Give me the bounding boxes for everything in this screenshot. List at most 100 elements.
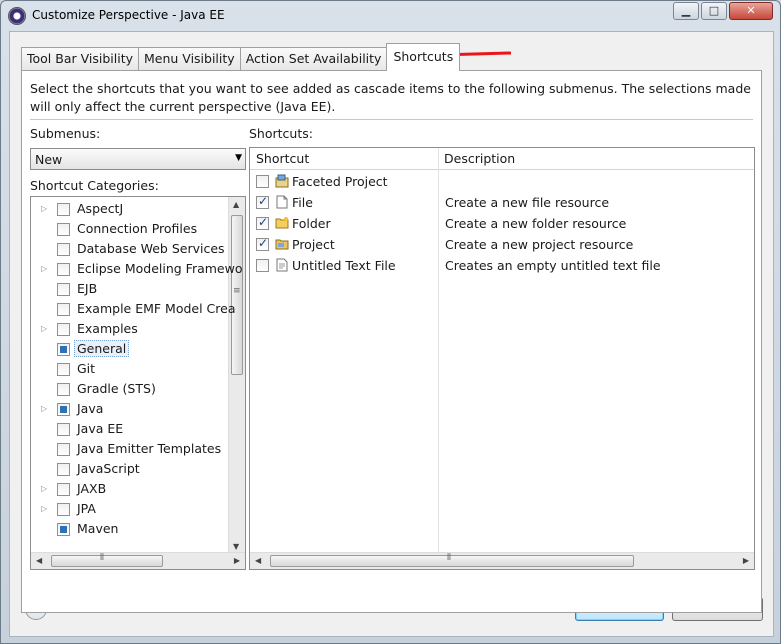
expand-arrow-icon[interactable]: ▷ [41,264,47,273]
tab-action-set-availability[interactable]: Action Set Availability [239,47,388,71]
shortcut-checkbox[interactable]: ✓ [256,194,269,209]
table-row[interactable]: ✓ File Create a new file resource [250,192,754,213]
shortcut-checkbox[interactable]: ✓ [256,236,269,251]
category-checkbox[interactable] [57,343,70,356]
shortcut-description: Create a new folder resource [445,216,627,231]
tree-item[interactable]: Maven [31,519,229,539]
window-title: Customize Perspective - Java EE [32,8,225,22]
table-row[interactable]: ✓ Folder Create a new folder resource [250,213,754,234]
table-row[interactable]: Untitled Text File Creates an empty untit… [250,255,754,276]
category-label: EJB [77,281,98,296]
tree-item[interactable]: ▷ Examples [31,319,229,339]
tree-item[interactable]: ▷ Eclipse Modeling Framewo [31,259,242,279]
tab-strip: Tool Bar Visibility Menu Visibility Acti… [21,43,461,71]
category-checkbox[interactable] [57,363,70,376]
category-label: JPA [77,501,96,516]
shortcut-name: Untitled Text File [292,258,396,273]
category-checkbox[interactable] [57,463,70,476]
tree-scroll-thumb[interactable]: ≡ [231,215,243,375]
minimize-button[interactable]: ▁ [673,2,699,20]
category-checkbox[interactable] [57,263,70,276]
scroll-right-icon[interactable]: ▶ [743,556,749,565]
category-label: Connection Profiles [77,221,198,236]
table-hscroll-thumb[interactable]: ⦀ [270,553,634,567]
tree-item[interactable]: JavaScript [31,459,229,479]
tab-shortcuts[interactable]: Shortcuts [386,43,461,71]
category-checkbox[interactable] [57,443,70,456]
submenus-label: Submenus: [30,126,101,141]
column-header-description[interactable]: Description [438,148,754,169]
shortcut-name: Folder [292,216,331,231]
table-header: Shortcut Description [250,148,754,170]
category-checkbox[interactable] [57,303,70,316]
tree-horizontal-scrollbar[interactable]: ◀ ⦀ ▶ [31,552,245,569]
table-row[interactable]: ✓ Project Create a new project resource [250,234,754,255]
maximize-button[interactable]: □ [701,2,727,20]
tree-item[interactable]: Database Web Services [31,239,229,259]
tree-item[interactable]: Java EE [31,419,229,439]
expand-arrow-icon[interactable]: ▷ [41,504,47,513]
tree-item[interactable]: Connection Profiles [31,219,229,239]
shortcuts-table[interactable]: Shortcut Description ◀ ⦀ ▶ Faceted Proje… [249,147,755,570]
shortcut-checkbox[interactable]: ✓ [256,215,269,230]
shortcut-checkbox[interactable] [256,259,269,272]
table-horizontal-scrollbar[interactable]: ◀ ⦀ ▶ [250,552,754,569]
tree-item[interactable]: ▷ JPA [31,499,229,519]
category-checkbox[interactable] [57,483,70,496]
tree-item[interactable]: Example EMF Model Crea [31,299,236,319]
tree-item[interactable]: ▷ Java [31,399,229,419]
expand-arrow-icon[interactable]: ▷ [41,404,47,413]
shortcut-categories-label: Shortcut Categories: [30,178,159,193]
tree-vertical-scrollbar[interactable]: ▲ ≡ ▼ [228,197,245,554]
tree-item[interactable]: Gradle (STS) [31,379,229,399]
category-checkbox[interactable] [57,423,70,436]
tree-hscroll-thumb[interactable]: ⦀ [51,553,163,567]
category-checkbox[interactable] [57,283,70,296]
category-label: Maven [77,521,119,536]
customize-perspective-window: Customize Perspective - Java EE ▁ □ ✕ To… [0,0,781,644]
project-icon [275,237,289,251]
scroll-left-icon[interactable]: ◀ [36,556,42,565]
category-label: Gradle (STS) [77,381,156,396]
submenus-dropdown[interactable]: New ▼ [30,148,246,170]
close-button[interactable]: ✕ [729,2,773,20]
shortcut-categories-tree[interactable]: ▲ ≡ ▼ ◀ ⦀ ▶ ▷ AspectJ Connection Profiles D… [30,196,246,570]
expand-arrow-icon[interactable]: ▷ [41,324,47,333]
category-label: Java Emitter Templates [77,441,222,456]
category-checkbox[interactable] [57,203,70,216]
tab-tool-bar-visibility[interactable]: Tool Bar Visibility [21,47,139,71]
tree-item[interactable]: ▷ AspectJ [31,199,229,219]
expand-arrow-icon[interactable]: ▷ [41,484,47,493]
tree-item[interactable]: Java Emitter Templates [31,439,229,459]
checkmark-icon: ✓ [258,236,269,250]
category-checkbox[interactable] [57,243,70,256]
table-row[interactable]: Faceted Project [250,171,754,192]
category-checkbox[interactable] [57,403,70,416]
dialog-body: Tool Bar Visibility Menu Visibility Acti… [9,31,774,637]
category-checkbox[interactable] [57,223,70,236]
category-label: Git [77,361,96,376]
category-checkbox[interactable] [57,383,70,396]
window-controls: ▁ □ ✕ [673,2,773,20]
category-label: Examples [77,321,138,336]
faceted-project-icon [275,174,289,188]
tab-menu-visibility[interactable]: Menu Visibility [138,47,241,71]
scroll-down-icon[interactable]: ▼ [233,542,239,551]
scroll-left-icon[interactable]: ◀ [255,556,261,565]
category-label: Eclipse Modeling Framewo [77,261,243,276]
category-checkbox[interactable] [57,323,70,336]
description-text: Select the shortcuts that you want to se… [30,81,751,114]
scroll-up-icon[interactable]: ▲ [233,200,239,209]
category-checkbox[interactable] [57,523,70,536]
tree-item[interactable]: ▷ JAXB [31,479,229,499]
scroll-right-icon[interactable]: ▶ [234,556,240,565]
expand-arrow-icon[interactable]: ▷ [41,204,47,213]
category-checkbox[interactable] [57,503,70,516]
tree-item[interactable]: General [31,339,229,359]
tree-item[interactable]: Git [31,359,229,379]
title-bar[interactable]: Customize Perspective - Java EE ▁ □ ✕ [1,1,780,31]
column-header-shortcut[interactable]: Shortcut [250,148,438,169]
tree-item[interactable]: EJB [31,279,229,299]
shortcut-checkbox[interactable] [256,175,269,188]
category-label: General [74,340,130,357]
